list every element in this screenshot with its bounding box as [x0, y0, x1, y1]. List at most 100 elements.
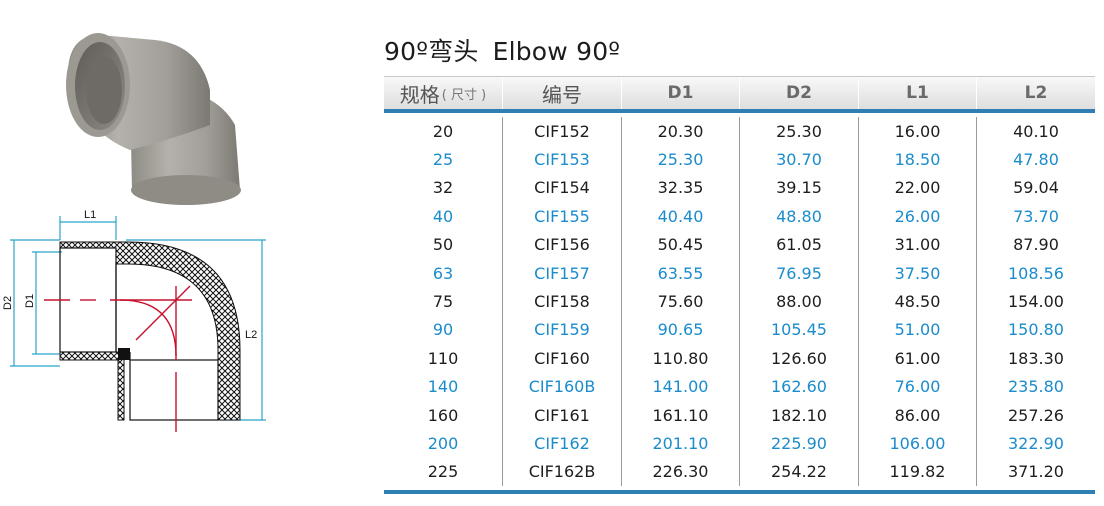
cell-d1: 32.35: [622, 173, 740, 203]
cell-spec: 25: [384, 145, 503, 174]
cell-spec: 110: [384, 344, 503, 373]
cell-d1: 90.65: [622, 315, 740, 345]
cell-l2: 47.80: [1013, 150, 1059, 170]
table-row: 90 CIF159 90.65 105.45 51.00 150.80: [384, 315, 1095, 345]
cell-l1: 37.50: [859, 258, 977, 288]
cell-l2: 257.26: [1008, 405, 1064, 425]
cell-d1: 226.30: [622, 457, 740, 487]
table-row: 200 CIF162 201.10 225.90 106.00 322.90: [384, 429, 1095, 458]
cell-l2: 40.10: [1013, 121, 1059, 141]
cell-code: CIF157: [503, 258, 622, 288]
header-d1: D1: [622, 77, 740, 109]
cell-l2: 73.70: [1013, 206, 1059, 226]
title-cn: 90º弯头: [384, 37, 479, 66]
cell-spec: 140: [384, 372, 503, 401]
cell-l1: 86.00: [859, 400, 977, 430]
cell-d2: 182.10: [740, 400, 859, 430]
cell-l1: 119.82: [859, 457, 977, 487]
table-row: 40 CIF155 40.40 48.80 26.00 73.70: [384, 202, 1095, 231]
cell-code: CIF160: [503, 344, 622, 373]
cell-code: CIF160B: [503, 372, 622, 401]
cell-l1: 51.00: [859, 315, 977, 345]
header-spec-label: 规格: [399, 82, 440, 107]
header-l1: L1: [859, 77, 977, 109]
page-title: 90º弯头 Elbow 90º: [384, 32, 620, 68]
elbow-technical-drawing: L1 D2 D1 L2: [2, 209, 266, 432]
cell-l1: 16.00: [859, 117, 977, 146]
cell-code: CIF161: [503, 400, 622, 430]
cell-code: CIF156: [503, 230, 622, 259]
cell-d2: 105.45: [740, 315, 859, 345]
cell-spec: 20: [384, 117, 503, 146]
cell-d2: 76.95: [740, 258, 859, 288]
cell-l2: 108.56: [1008, 263, 1064, 283]
cell-d1: 141.00: [622, 372, 740, 401]
cell-code: CIF158: [503, 287, 622, 316]
cell-spec: 225: [384, 457, 503, 487]
table-bottom-border: [384, 490, 1095, 495]
cell-spec: 32: [384, 173, 503, 203]
cell-l2: 150.80: [1008, 320, 1064, 340]
cell-l2: 322.90: [1008, 433, 1064, 453]
cell-d2: 88.00: [740, 287, 859, 316]
cell-code: CIF162: [503, 429, 622, 458]
cell-l1: 48.50: [859, 287, 977, 316]
cell-d2: 39.15: [740, 173, 859, 203]
cell-d1: 40.40: [622, 202, 740, 231]
title-en: Elbow 90º: [492, 37, 621, 66]
cell-d2: 61.05: [740, 230, 859, 259]
elbow-product-image: [66, 33, 241, 205]
cell-d1: 20.30: [622, 117, 740, 146]
cell-d2: 126.60: [740, 344, 859, 373]
cell-spec: 63: [384, 258, 503, 288]
cell-d1: 161.10: [622, 400, 740, 430]
cell-d2: 25.30: [740, 117, 859, 146]
header-code: 编号: [503, 77, 622, 109]
table-row: 32 CIF154 32.35 39.15 22.00 59.04: [384, 173, 1095, 203]
cell-code: CIF162B: [503, 457, 622, 487]
cell-l1: 106.00: [859, 429, 977, 458]
cell-l1: 26.00: [859, 202, 977, 231]
table-row: 110 CIF160 110.80 126.60 61.00 183.30: [384, 344, 1095, 373]
cell-spec: 40: [384, 202, 503, 231]
cell-l1: 18.50: [859, 145, 977, 174]
cell-spec: 200: [384, 429, 503, 458]
label-l2: L2: [245, 329, 257, 341]
cell-d2: 30.70: [740, 145, 859, 174]
cell-l1: 31.00: [859, 230, 977, 259]
cell-l2: 235.80: [1008, 377, 1064, 397]
header-l2: L2: [1024, 83, 1048, 103]
label-d1: D1: [24, 294, 36, 308]
cell-d2: 162.60: [740, 372, 859, 401]
cell-l1: 61.00: [859, 344, 977, 373]
table-row: 75 CIF158 75.60 88.00 48.50 154.00: [384, 287, 1095, 316]
cell-spec: 75: [384, 287, 503, 316]
header-d2: D2: [740, 77, 859, 109]
cell-l2: 154.00: [1008, 292, 1064, 312]
spec-table: 规格( 尺寸 ) 编号 D1 D2 L1 L2 20 CIF152 20.30 25.…: [384, 76, 1095, 495]
cell-d1: 50.45: [622, 230, 740, 259]
cell-spec: 160: [384, 400, 503, 430]
label-d2: D2: [2, 296, 14, 310]
header-spec: 规格( 尺寸 ): [384, 77, 503, 109]
cell-code: CIF159: [503, 315, 622, 345]
table-row: 63 CIF157 63.55 76.95 37.50 108.56: [384, 258, 1095, 288]
cell-d1: 25.30: [622, 145, 740, 174]
cell-d2: 225.90: [740, 429, 859, 458]
cell-spec: 50: [384, 230, 503, 259]
cell-l2: 183.30: [1008, 348, 1064, 368]
table-row: 25 CIF153 25.30 30.70 18.50 47.80: [384, 145, 1095, 174]
cell-l1: 22.00: [859, 173, 977, 203]
table-row: 160 CIF161 161.10 182.10 86.00 257.26: [384, 400, 1095, 430]
cell-l2: 87.90: [1013, 235, 1059, 255]
cell-d1: 63.55: [622, 258, 740, 288]
cell-code: CIF153: [503, 145, 622, 174]
table-row: 225 CIF162B 226.30 254.22 119.82 371.20: [384, 457, 1095, 487]
cell-code: CIF152: [503, 117, 622, 146]
cell-code: CIF155: [503, 202, 622, 231]
header-spec-sub: ( 尺寸 ): [441, 87, 487, 103]
table-header: 规格( 尺寸 ) 编号 D1 D2 L1 L2: [384, 76, 1095, 109]
cell-d1: 110.80: [622, 344, 740, 373]
cell-code: CIF154: [503, 173, 622, 203]
table-body: 20 CIF152 20.30 25.30 16.00 40.10 25 CIF153 25.3…: [384, 113, 1095, 490]
